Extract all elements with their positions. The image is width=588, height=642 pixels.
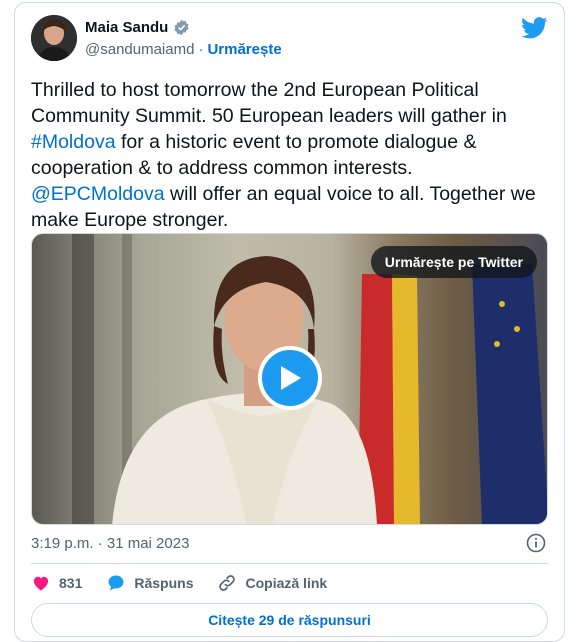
author-handle[interactable]: @sandumaiamd bbox=[85, 41, 194, 58]
twitter-bird-icon[interactable] bbox=[521, 17, 548, 39]
video-thumbnail[interactable]: Urmărește pe Twitter bbox=[31, 233, 548, 525]
tweet-text: Thrilled to host tomorrow the 2nd Europe… bbox=[31, 77, 551, 233]
read-replies-button[interactable]: Citește 29 de răspunsuri bbox=[31, 603, 548, 637]
like-button[interactable]: 831 bbox=[31, 573, 82, 593]
like-count: 831 bbox=[59, 575, 83, 591]
link-icon bbox=[219, 575, 236, 591]
follow-link[interactable]: Urmărește bbox=[207, 41, 281, 58]
reply-bubble-icon bbox=[108, 575, 124, 591]
divider bbox=[31, 563, 548, 564]
action-bar: 831 Răspuns Copiază link bbox=[31, 573, 327, 593]
verified-badge-icon bbox=[173, 19, 190, 36]
tweet-card: Maia Sandu @sandumaiamd · Urmărește Thri… bbox=[14, 2, 565, 642]
copy-link-label: Copiază link bbox=[245, 575, 328, 591]
tweet-text-part: Thrilled to host tomorrow the 2nd Europe… bbox=[31, 79, 507, 127]
author-name[interactable]: Maia Sandu bbox=[85, 19, 168, 36]
mention-link[interactable]: @EPCMoldova bbox=[31, 183, 165, 205]
author-handle-row: @sandumaiamd · Urmărește bbox=[85, 41, 282, 58]
reply-button[interactable]: Răspuns bbox=[106, 573, 193, 593]
separator: · bbox=[198, 41, 204, 58]
info-icon[interactable] bbox=[526, 533, 546, 553]
avatar[interactable] bbox=[31, 15, 77, 61]
play-icon bbox=[281, 366, 301, 390]
author-name-row: Maia Sandu bbox=[85, 19, 190, 36]
timestamp[interactable]: 3:19 p.m. · 31 mai 2023 bbox=[31, 535, 189, 552]
heart-icon bbox=[33, 576, 49, 591]
copy-link-button[interactable]: Copiază link bbox=[217, 573, 327, 593]
play-button[interactable] bbox=[258, 346, 322, 410]
hashtag-link[interactable]: #Moldova bbox=[31, 131, 116, 153]
reply-label: Răspuns bbox=[134, 575, 194, 591]
watch-on-twitter-button[interactable]: Urmărește pe Twitter bbox=[370, 246, 537, 278]
